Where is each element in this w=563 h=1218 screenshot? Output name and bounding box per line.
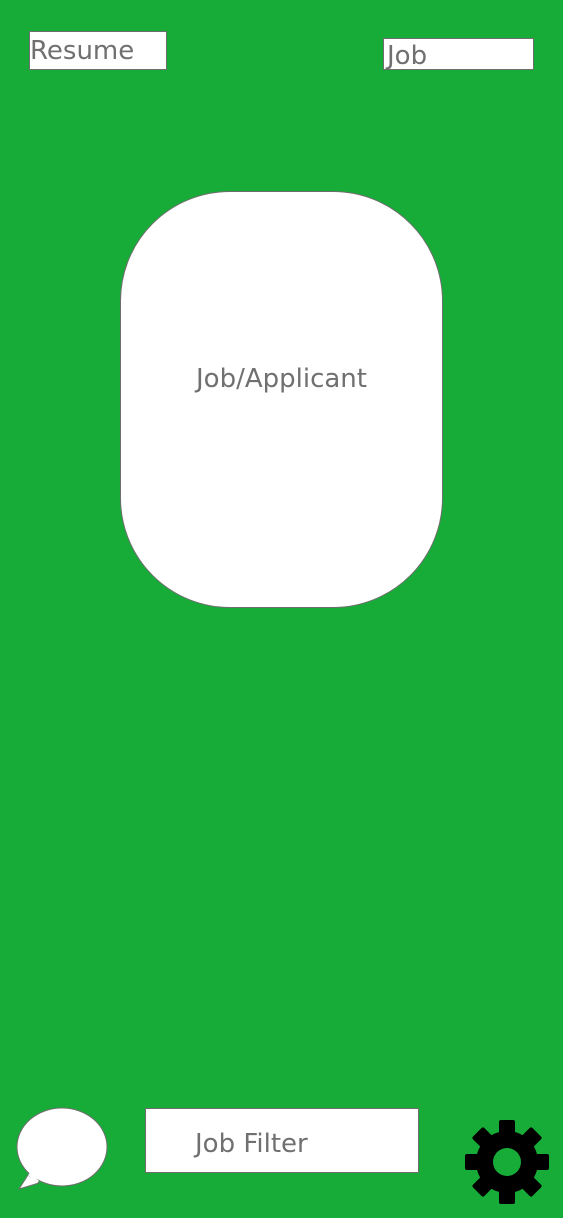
gear-icon <box>465 1120 549 1204</box>
job-filter-label: Job Filter <box>195 1129 308 1159</box>
resume-button[interactable]: Resume <box>29 31 167 70</box>
job-applicant-card[interactable]: Job/Applicant <box>120 191 443 608</box>
job-button[interactable]: Job <box>383 38 534 70</box>
resume-button-label: Resume <box>30 36 135 66</box>
job-filter-button[interactable]: Job Filter <box>145 1108 419 1173</box>
speech-bubble-icon <box>16 1107 108 1190</box>
chat-button[interactable] <box>14 1106 110 1190</box>
job-button-label: Job <box>387 41 428 70</box>
settings-button[interactable] <box>465 1120 549 1204</box>
card-label: Job/Applicant <box>196 364 367 394</box>
